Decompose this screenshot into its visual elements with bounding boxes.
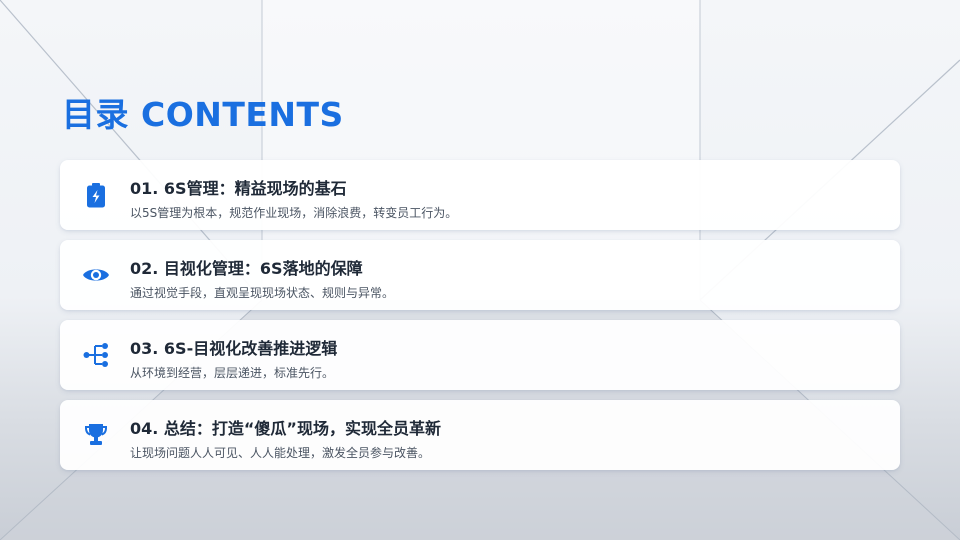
flow-tree-icon — [82, 341, 110, 369]
contents-item-heading: 03. 6S-目视化改善推进逻辑 — [130, 339, 338, 358]
trophy-icon — [82, 421, 110, 449]
contents-item-description: 通过视觉手段，直观呈现现场状态、规则与异常。 — [130, 286, 395, 300]
page-title: 目录 CONTENTS — [62, 95, 344, 134]
eye-icon — [82, 261, 110, 289]
contents-list: 01. 6S管理：精益现场的基石 以5S管理为根本，规范作业现场，消除浪费，转变… — [60, 160, 900, 480]
contents-item-heading: 04. 总结：打造“傻瓜”现场，实现全员革新 — [130, 419, 441, 438]
contents-item-heading: 02. 目视化管理：6S落地的保障 — [130, 259, 363, 278]
contents-item-3[interactable]: 03. 6S-目视化改善推进逻辑 从环境到经营，层层递进，标准先行。 — [60, 320, 900, 390]
contents-item-description: 以5S管理为根本，规范作业现场，消除浪费，转变员工行为。 — [130, 206, 458, 220]
battery-charging-icon — [82, 181, 110, 209]
contents-item-description: 让现场问题人人可见、人人能处理，激发全员参与改善。 — [130, 446, 431, 460]
contents-item-heading: 01. 6S管理：精益现场的基石 — [130, 179, 347, 198]
contents-item-1[interactable]: 01. 6S管理：精益现场的基石 以5S管理为根本，规范作业现场，消除浪费，转变… — [60, 160, 900, 230]
contents-item-4[interactable]: 04. 总结：打造“傻瓜”现场，实现全员革新 让现场问题人人可见、人人能处理，激… — [60, 400, 900, 470]
contents-item-2[interactable]: 02. 目视化管理：6S落地的保障 通过视觉手段，直观呈现现场状态、规则与异常。 — [60, 240, 900, 310]
contents-item-description: 从环境到经营，层层递进，标准先行。 — [130, 366, 335, 380]
